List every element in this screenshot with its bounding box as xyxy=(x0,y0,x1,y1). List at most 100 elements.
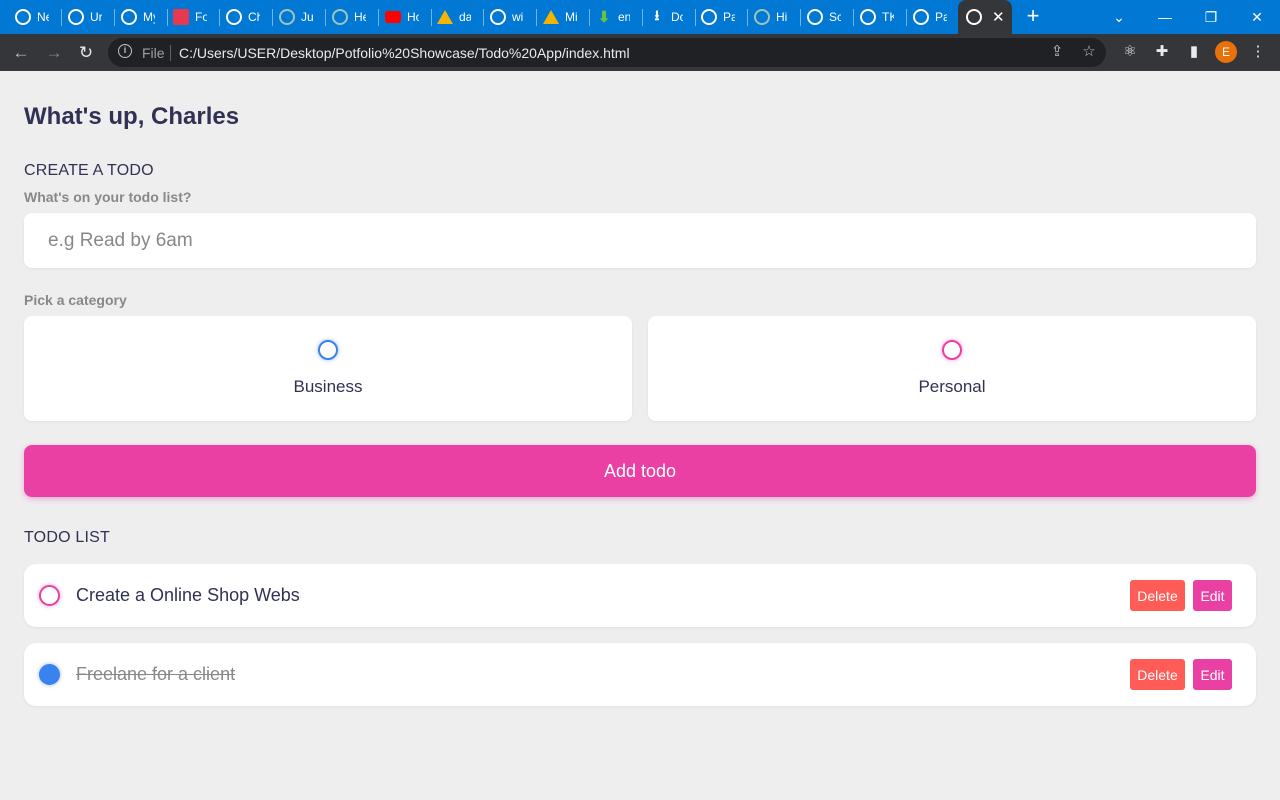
youtube-icon xyxy=(385,11,401,23)
tab-label: wi xyxy=(512,10,524,24)
tab-5[interactable]: Ju xyxy=(272,4,322,30)
personal-label: Personal xyxy=(918,377,986,396)
create-todo-heading: CREATE A TODO xyxy=(24,162,154,179)
tab-search-chevron-icon[interactable]: ⌄ xyxy=(1096,0,1142,34)
download-icon: ⭳ xyxy=(654,7,660,23)
drive-icon xyxy=(543,10,559,24)
chatgpt-icon xyxy=(279,9,295,25)
tab-16[interactable]: TK xyxy=(853,4,903,30)
openai-icon xyxy=(226,9,242,25)
delete-button[interactable]: Delete xyxy=(1130,659,1185,690)
tab-label: Hi xyxy=(776,10,788,24)
profile-avatar[interactable]: E xyxy=(1215,41,1237,63)
todo-checkbox[interactable] xyxy=(39,585,60,606)
tab-9[interactable]: wi xyxy=(483,4,533,30)
personal-radio[interactable] xyxy=(942,340,962,360)
tab-label: Mi xyxy=(565,10,577,24)
tab-17[interactable]: Pa xyxy=(906,4,956,30)
globe-icon xyxy=(860,9,876,25)
todo-item: Create a Online Shop Website Delete Edit xyxy=(24,564,1256,627)
todo-checkbox[interactable] xyxy=(39,664,60,685)
back-arrow-icon[interactable]: ← xyxy=(10,42,32,64)
forward-arrow-icon[interactable]: → xyxy=(43,42,65,64)
window-close-icon[interactable]: ✕ xyxy=(1234,0,1280,34)
tab-label: Ch xyxy=(248,10,260,24)
tab-label: Dc xyxy=(671,10,683,24)
tab-label: en xyxy=(618,10,630,24)
chatgpt-icon xyxy=(332,9,348,25)
react-devtools-icon[interactable]: ⚛ xyxy=(1121,43,1139,61)
tab-label: He xyxy=(354,10,366,24)
download-arrow-icon: ⬇ xyxy=(597,9,611,26)
tab-4[interactable]: Ch xyxy=(219,4,269,30)
globe-icon xyxy=(807,9,823,25)
delete-button[interactable]: Delete xyxy=(1130,580,1185,611)
category-label: Pick a category xyxy=(24,292,127,308)
add-todo-button[interactable]: Add todo xyxy=(24,445,1256,497)
tab-15[interactable]: Sc xyxy=(800,4,850,30)
tab-label: Ne xyxy=(37,10,49,24)
minimize-icon[interactable]: — xyxy=(1142,0,1188,34)
kebab-menu-icon[interactable]: ⋮ xyxy=(1249,43,1267,61)
tab-2[interactable]: My xyxy=(114,4,164,30)
tab-label: da xyxy=(459,10,471,24)
tab-label: Ju xyxy=(301,10,313,24)
todo-list-heading: TODO LIST xyxy=(24,529,110,546)
globe-icon xyxy=(490,9,506,25)
todo-text[interactable]: Create a Online Shop Website xyxy=(76,585,301,609)
tab-1[interactable]: Ur xyxy=(61,4,111,30)
edit-button[interactable]: Edit xyxy=(1193,580,1232,611)
tab-13[interactable]: Pa xyxy=(694,4,744,30)
tab-label: Pa xyxy=(935,10,947,24)
category-business-option[interactable]: Business xyxy=(24,316,632,421)
edit-button[interactable]: Edit xyxy=(1193,659,1232,690)
category-personal-option[interactable]: Personal xyxy=(648,316,1256,421)
business-label: Business xyxy=(293,377,363,396)
globe-icon xyxy=(913,9,929,25)
tab-8[interactable]: da xyxy=(430,4,480,30)
browser-toolbar: ← → ↻ i File C:/Users/USER/Desktop/Potfo… xyxy=(0,34,1280,71)
greeting-title: What's up, Charles xyxy=(24,103,240,130)
chrome-icon xyxy=(15,9,31,25)
tab-6[interactable]: He xyxy=(325,4,375,30)
tab-active[interactable]: ✕ xyxy=(958,0,1012,34)
tab-label: TK xyxy=(882,10,894,24)
tab-0[interactable]: Ne xyxy=(8,4,58,30)
tab-7[interactable]: Ho xyxy=(378,4,428,30)
new-tab-icon[interactable]: + xyxy=(1022,5,1044,27)
tab-label: Fo xyxy=(195,10,207,24)
todo-item: Freelane for a client Delete Edit xyxy=(24,643,1256,706)
globe-icon xyxy=(966,9,982,25)
bookmark-star-icon[interactable]: ☆ xyxy=(1080,43,1098,61)
tab-label: Ho xyxy=(407,10,419,24)
tab-3[interactable]: Fo xyxy=(166,4,216,30)
omnibox-divider xyxy=(170,45,171,61)
globe-icon xyxy=(68,9,84,25)
business-radio[interactable] xyxy=(318,340,338,360)
github-icon xyxy=(701,9,717,25)
close-icon[interactable]: ✕ xyxy=(992,8,1005,26)
tab-label: My xyxy=(143,10,155,24)
reload-icon[interactable]: ↻ xyxy=(75,42,97,64)
browser-tab-strip: Ne Ur My Fo Ch Ju He Ho da wi Mi ⬇ en ⭳ Dc Pa Hi Sc TK Pa ✕… xyxy=(0,0,1280,34)
drive-icon xyxy=(437,10,453,24)
tab-11[interactable]: ⬇ en xyxy=(589,4,639,30)
info-icon[interactable]: i xyxy=(118,44,132,58)
file-scheme-label: File xyxy=(142,45,165,61)
chatgpt-icon xyxy=(754,9,770,25)
tab-label: Sc xyxy=(829,10,841,24)
tab-label: Pa xyxy=(723,10,735,24)
tab-14[interactable]: Hi xyxy=(747,4,797,30)
todo-input[interactable] xyxy=(24,213,1256,268)
url-text[interactable]: C:/Users/USER/Desktop/Potfolio%20Showcas… xyxy=(179,45,630,61)
share-icon[interactable]: ⇪ xyxy=(1048,43,1066,61)
tab-10[interactable]: Mi xyxy=(536,4,586,30)
extensions-puzzle-icon[interactable]: ✚ xyxy=(1153,43,1171,61)
address-bar[interactable]: i File C:/Users/USER/Desktop/Potfolio%20… xyxy=(108,38,1106,67)
todo-text[interactable]: Freelane for a client xyxy=(76,664,301,688)
side-panel-icon[interactable]: ▮ xyxy=(1185,43,1203,61)
tab-12[interactable]: ⭳ Dc xyxy=(642,4,692,30)
restore-icon[interactable]: ❐ xyxy=(1188,0,1234,34)
tab-label: Ur xyxy=(90,10,102,24)
todo-input-label: What's on your todo list? xyxy=(24,189,192,205)
